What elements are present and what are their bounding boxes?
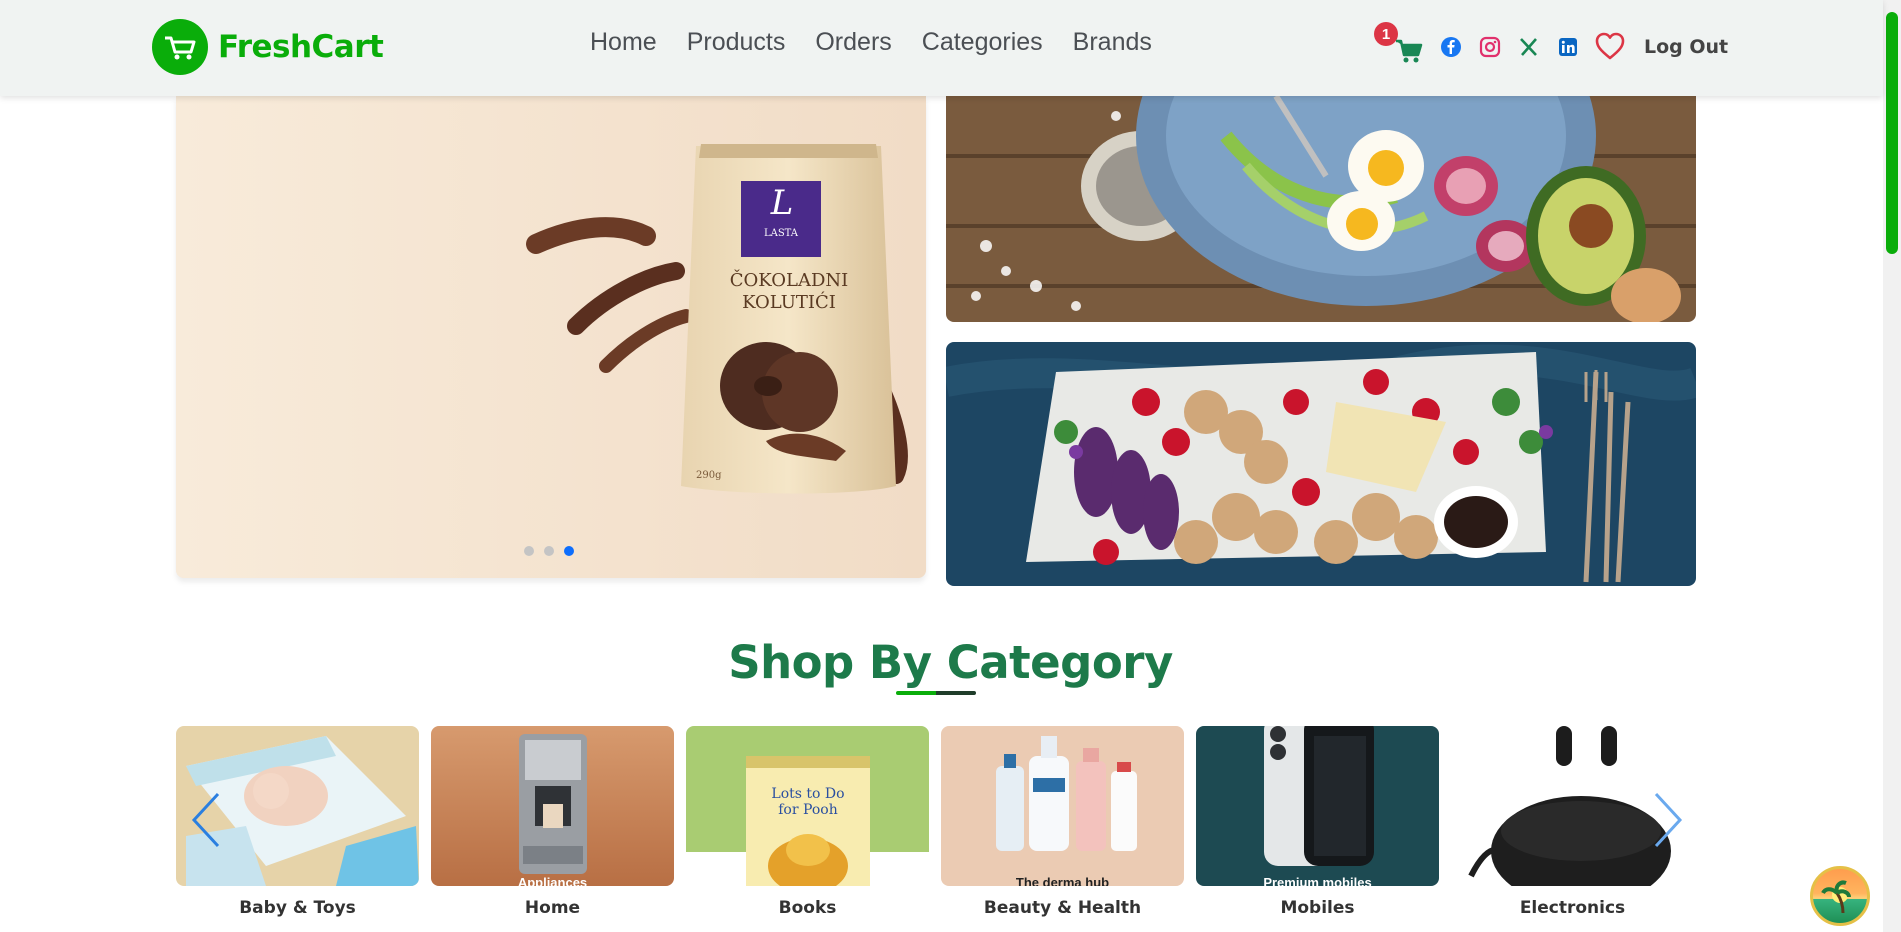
category-label: Home bbox=[524, 898, 581, 918]
scrollbar-thumb[interactable] bbox=[1886, 12, 1898, 254]
svg-text:Lots to Do: Lots to Do bbox=[771, 786, 844, 802]
category-label: Electronics bbox=[1519, 898, 1626, 918]
salad-image bbox=[946, 96, 1696, 322]
facebook-icon[interactable] bbox=[1438, 34, 1464, 60]
svg-text:L: L bbox=[770, 183, 794, 223]
product-brand-text: LASTA bbox=[764, 228, 799, 239]
nav-links: Home Products Orders Categories Brands bbox=[590, 28, 1152, 57]
product-name-line1: ČOKOLADNI bbox=[730, 268, 849, 291]
cart-logo-icon bbox=[152, 19, 208, 75]
cheese-board-image bbox=[946, 342, 1696, 586]
category-carousel: Baby & Toys Appliances Home Lots to Do f… bbox=[176, 726, 1694, 918]
brand-logo[interactable]: FreshCart bbox=[152, 18, 384, 76]
category-label: Baby & Toys bbox=[239, 898, 356, 918]
chevron-right-icon bbox=[1654, 792, 1683, 848]
wishlist-heart-icon[interactable] bbox=[1594, 31, 1626, 63]
nav-actions: 1 Log Out bbox=[1374, 22, 1728, 70]
category-card-home[interactable]: Appliances Home bbox=[431, 726, 674, 918]
slider-dot-3[interactable] bbox=[564, 546, 574, 556]
slider-dot-2[interactable] bbox=[544, 546, 554, 556]
nav-link-orders[interactable]: Orders bbox=[815, 28, 891, 57]
linkedin-icon[interactable] bbox=[1555, 34, 1581, 60]
section-title: Shop By Category bbox=[728, 636, 1173, 689]
category-label: Beauty & Health bbox=[983, 898, 1142, 918]
carousel-next-button[interactable] bbox=[1646, 790, 1686, 850]
category-card-mobiles[interactable]: Premium mobiles Mobiles bbox=[1196, 726, 1439, 918]
floating-island-button[interactable] bbox=[1810, 866, 1870, 926]
category-image: Premium mobiles bbox=[1196, 726, 1439, 886]
cart-icon bbox=[1396, 39, 1423, 63]
category-card-beauty-health[interactable]: The derma hub Beauty & Health bbox=[941, 726, 1184, 918]
category-image: Appliances bbox=[431, 726, 674, 886]
banner-salad bbox=[946, 96, 1696, 322]
nav-link-categories[interactable]: Categories bbox=[922, 28, 1043, 57]
x-twitter-icon[interactable] bbox=[1516, 34, 1542, 60]
section-title-underline bbox=[896, 691, 976, 695]
navbar: FreshCart Home Products Orders Categorie… bbox=[0, 0, 1883, 96]
category-image: The derma hub bbox=[941, 726, 1184, 886]
category-label: Books bbox=[778, 898, 837, 918]
carousel-prev-button[interactable] bbox=[188, 790, 228, 850]
svg-text:for Pooh: for Pooh bbox=[778, 802, 837, 818]
hero-slider[interactable]: LASTA L ČOKOLADNI KOLUTIĆI 290g bbox=[176, 96, 926, 578]
chevron-left-icon bbox=[191, 792, 220, 848]
product-name-line2: KOLUTIĆI bbox=[742, 290, 836, 313]
nav-link-home[interactable]: Home bbox=[590, 28, 657, 57]
palm-island-icon bbox=[1821, 880, 1851, 914]
brand-name: FreshCart bbox=[218, 29, 384, 65]
category-label: Mobiles bbox=[1280, 898, 1355, 918]
nav-link-brands[interactable]: Brands bbox=[1073, 28, 1152, 57]
page: FreshCart Home Products Orders Categorie… bbox=[0, 0, 1901, 932]
category-caption: The derma hub bbox=[1015, 875, 1110, 886]
hero-slide-image: LASTA L ČOKOLADNI KOLUTIĆI 290g bbox=[176, 96, 926, 578]
logout-link[interactable]: Log Out bbox=[1644, 36, 1728, 58]
category-caption: Premium mobiles bbox=[1263, 875, 1372, 886]
banner-cheese-board bbox=[946, 342, 1696, 586]
category-caption: Appliances bbox=[517, 875, 588, 886]
slider-dot-1[interactable] bbox=[524, 546, 534, 556]
slider-dots bbox=[524, 546, 574, 556]
cart-button[interactable]: 1 bbox=[1374, 22, 1423, 63]
product-weight-text: 290g bbox=[696, 470, 722, 481]
instagram-icon[interactable] bbox=[1477, 34, 1503, 60]
nav-link-products[interactable]: Products bbox=[687, 28, 786, 57]
category-card-books[interactable]: Lots to Do for Pooh Books bbox=[686, 726, 929, 918]
category-image: Lots to Do for Pooh bbox=[686, 726, 929, 886]
